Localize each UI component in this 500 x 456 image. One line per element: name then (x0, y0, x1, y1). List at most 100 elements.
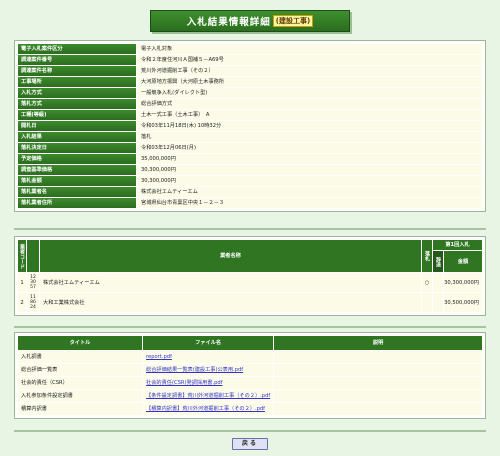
doc-title: 社会的責任（CSR） (18, 377, 142, 389)
detail-row: 入札方式 一般競争入札(ダイレクト型) (18, 88, 482, 98)
bidder-code: 11 86 24 (27, 293, 39, 312)
doc-file-cell: 【積算内訳書】荒川外河道掘削工事（その２）.pdf (143, 403, 274, 415)
doc-file-cell: 【条件設定調書】荒川外河道掘削工事（その２）.pdf (143, 390, 274, 402)
doc-title: 積算内訳書 (18, 403, 142, 415)
detail-value: 令和03年12月06日(月) (137, 143, 482, 153)
detail-label: 落札業者住所 (18, 198, 136, 208)
document-row: 社会的責任（CSR） 社会的責任(CSR)発調採用書.pdf (18, 377, 482, 389)
document-table-frame: タイトル ファイル名 説明 入札調書 report.pdf 総合評価一覧表 総合評価結… (14, 332, 486, 419)
divider (14, 326, 486, 328)
doc-file-link[interactable]: 総合評価結果一覧表(建設工事)公表用.pdf (146, 367, 243, 373)
doc-note (274, 364, 482, 376)
detail-value: 株式会社エムティーエム (137, 187, 482, 197)
detail-label: 入札結果 (18, 132, 136, 142)
detail-row: 電子入札案件区分 電子入札対象 (18, 44, 482, 54)
detail-label: 落札方式 (18, 99, 136, 109)
doc-file-link[interactable]: 社会的責任(CSR)発調採用書.pdf (146, 380, 223, 386)
bidder-header-winner: 落札 (422, 240, 432, 272)
doc-title: 総合評価一覧表 (18, 364, 142, 376)
bidder-code: 12 30 57 (27, 273, 39, 292)
detail-value: 令和２年度住河川Ａ国補５－A69号 (137, 55, 482, 65)
doc-note (274, 351, 482, 363)
document-row: 入札参加条件設定調書 【条件設定調書】荒川外河道掘削工事（その２）.pdf (18, 390, 482, 402)
detail-label: 落札決定日 (18, 143, 136, 153)
detail-row: 落札方式 総合評価方式 (18, 99, 482, 109)
doc-file-cell: 総合評価結果一覧表(建設工事)公表用.pdf (143, 364, 274, 376)
bidder-amount: 30,300,000円 (444, 273, 482, 292)
detail-row: 入札結果 落札 (18, 132, 482, 142)
detail-row: 工事場所 大河原地方振興（大河原土木事務所 (18, 77, 482, 87)
detail-row: 開札日 令和03年11月18日(木) 10時32分 (18, 121, 482, 131)
bidder-name: 大和工業株式会社 (40, 293, 421, 312)
doc-note (274, 403, 482, 415)
detail-label: 電子入札案件区分 (18, 44, 136, 54)
detail-label: 落札業者名 (18, 187, 136, 197)
divider (14, 430, 486, 432)
detail-row: 工種(等級) 土木一式工事（土木工事） A (18, 110, 482, 120)
document-table: タイトル ファイル名 説明 入札調書 report.pdf 総合評価一覧表 総合評価結… (17, 335, 483, 416)
detail-row: 調達案件名称 荒川外河道掘削工事（その２） (18, 66, 482, 76)
doc-file-link[interactable]: 【積算内訳書】荒川外河道掘削工事（その２）.pdf (146, 406, 265, 412)
bidder-row: 2 11 86 24 大和工業株式会社 30,500,000円 (18, 293, 482, 312)
bidder-table: 業者コード 業者名称 落札 第1回入札 辞退 金額 1 12 30 57 株式会社エ… (17, 239, 483, 313)
bidder-winner-mark: ○ (422, 273, 432, 292)
divider (14, 228, 486, 230)
detail-value: 総合評価方式 (137, 99, 482, 109)
page-title-sub: (建設工事) (272, 15, 314, 27)
page-title-main: 入札結果情報詳細 (186, 17, 271, 28)
detail-value: 30,300,000円 (137, 165, 482, 175)
detail-row: 落札業者住所 宮城県仙台市青葉区中央１－２－３ (18, 198, 482, 208)
bidder-row: 1 12 30 57 株式会社エムティーエム ○ 30,300,000円 (18, 273, 482, 292)
detail-row: 落札業者名 株式会社エムティーエム (18, 187, 482, 197)
detail-label: 調査基準価格 (18, 165, 136, 175)
doc-file-cell: 社会的責任(CSR)発調採用書.pdf (143, 377, 274, 389)
detail-label: 開札日 (18, 121, 136, 131)
detail-label: 予定価格 (18, 154, 136, 164)
bidder-header-amount: 金額 (444, 251, 482, 272)
doc-note (274, 377, 482, 389)
bidder-index: 1 (18, 273, 26, 292)
detail-label: 落札金額 (18, 176, 136, 186)
doc-title: 入札参加条件設定調書 (18, 390, 142, 402)
detail-label: 工種(等級) (18, 110, 136, 120)
bidder-amount: 30,500,000円 (444, 293, 482, 312)
detail-row: 予定価格 35,000,000円 (18, 154, 482, 164)
detail-label: 入札方式 (18, 88, 136, 98)
detail-row: 調達案件番号 令和２年度住河川Ａ国補５－A69号 (18, 55, 482, 65)
detail-label: 調達案件名称 (18, 66, 136, 76)
detail-value: 30,300,000円 (137, 176, 482, 186)
detail-label: 工事場所 (18, 77, 136, 87)
detail-row: 落札金額 30,300,000円 (18, 176, 482, 186)
detail-value: 落札 (137, 132, 482, 142)
document-row: 積算内訳書 【積算内訳書】荒川外河道掘削工事（その２）.pdf (18, 403, 482, 415)
detail-value: 令和03年11月18日(木) 10時32分 (137, 121, 482, 131)
detail-label: 調達案件番号 (18, 55, 136, 65)
bidder-header-code (27, 240, 39, 272)
bidder-index: 2 (18, 293, 26, 312)
page-title-banner: 入札結果情報詳細 (建設工事) (150, 10, 350, 32)
detail-value: 荒川外河道掘削工事（その２） (137, 66, 482, 76)
detail-value: 一般競争入札(ダイレクト型) (137, 88, 482, 98)
doc-note (274, 390, 482, 402)
bidder-name: 株式会社エムティーエム (40, 273, 421, 292)
bidder-excluded (433, 273, 443, 292)
bidder-header-name: 業者名称 (40, 240, 421, 272)
bidder-header-excluded: 辞退 (433, 251, 443, 272)
detail-table: 電子入札案件区分 電子入札対象 調達案件番号 令和２年度住河川Ａ国補５－A69号 調達案… (17, 43, 483, 209)
detail-row: 調査基準価格 30,300,000円 (18, 165, 482, 175)
document-row: 入札調書 report.pdf (18, 351, 482, 363)
bidder-header-round: 第1回入札 (433, 240, 482, 250)
doc-file-link[interactable]: report.pdf (146, 354, 172, 360)
doc-header-title: タイトル (18, 336, 142, 350)
document-row: 総合評価一覧表 総合評価結果一覧表(建設工事)公表用.pdf (18, 364, 482, 376)
doc-file-cell: report.pdf (143, 351, 274, 363)
doc-file-link[interactable]: 【条件設定調書】荒川外河道掘削工事（その２）.pdf (146, 393, 270, 399)
back-button[interactable]: 戻る (232, 438, 268, 450)
detail-value: 電子入札対象 (137, 44, 482, 54)
detail-value: 土木一式工事（土木工事） A (137, 110, 482, 120)
doc-header-file: ファイル名 (143, 336, 274, 350)
page-title: 入札結果情報詳細 (建設工事) (150, 10, 350, 32)
bidder-winner-mark (422, 293, 432, 312)
detail-table-frame: 電子入札案件区分 電子入札対象 調達案件番号 令和２年度住河川Ａ国補５－A69号 調達案… (14, 40, 486, 212)
detail-value: 宮城県仙台市青葉区中央１－２－３ (137, 198, 482, 208)
